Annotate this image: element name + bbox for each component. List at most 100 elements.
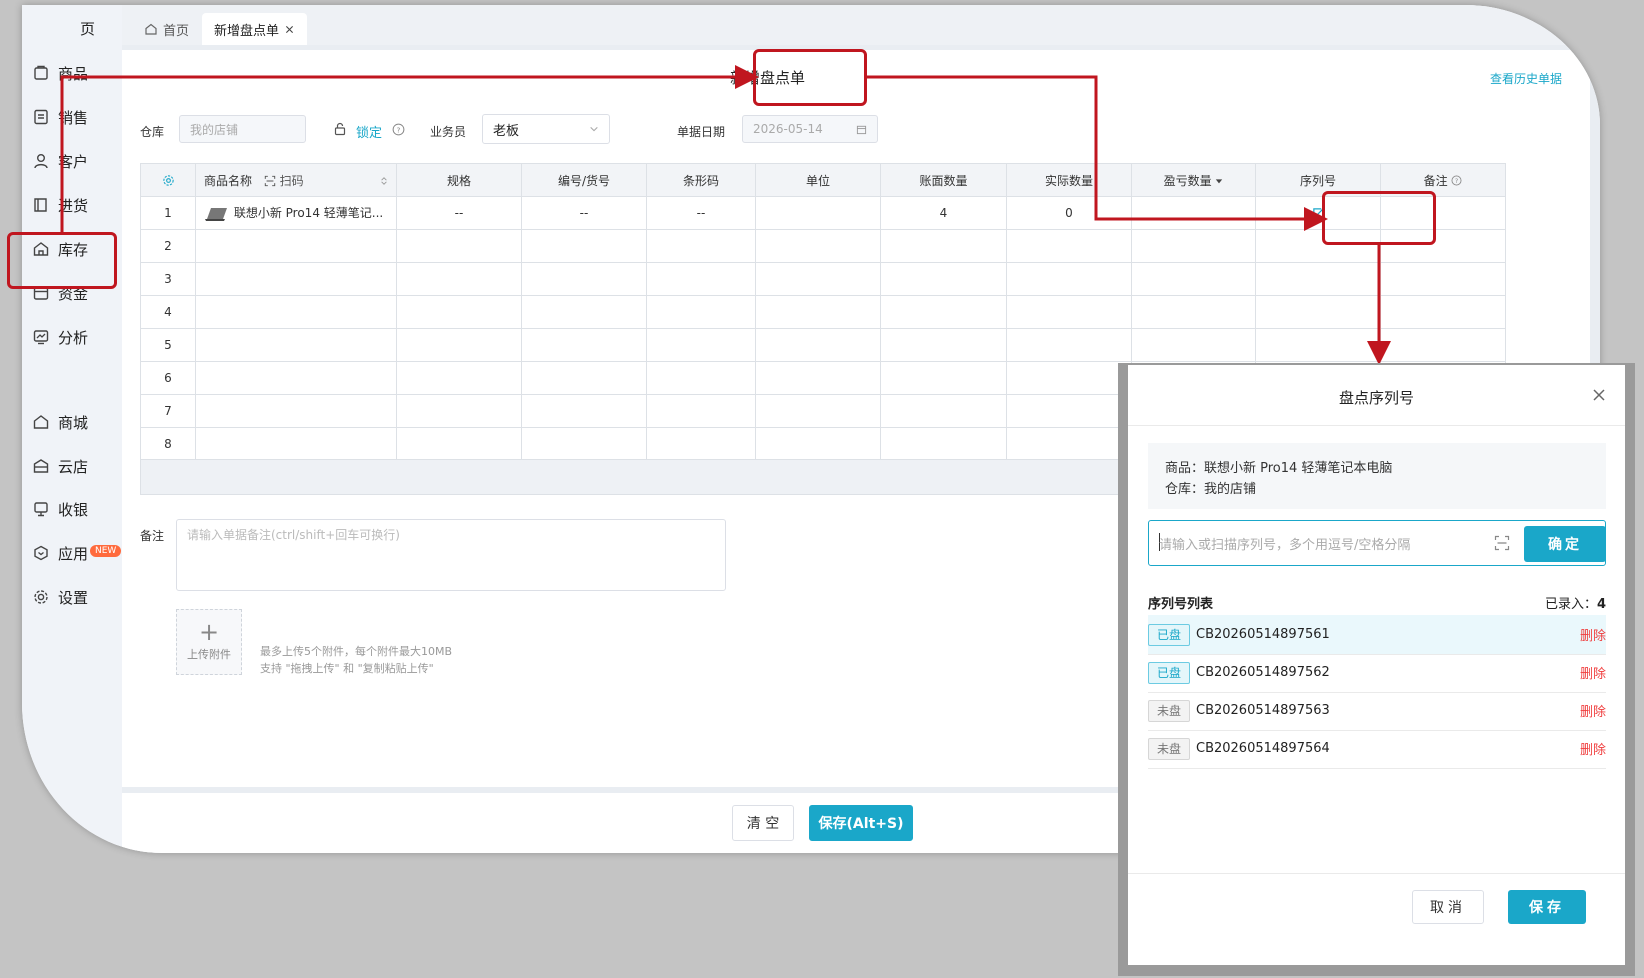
tab-bar: 首页 新增盘点单 bbox=[122, 5, 1600, 45]
spec-cell[interactable]: -- bbox=[396, 196, 522, 230]
view-history-link[interactable]: 查看历史单据 bbox=[1490, 70, 1562, 87]
scan-icon[interactable] bbox=[1494, 535, 1510, 551]
help-icon[interactable]: ? bbox=[1451, 175, 1462, 186]
row-number: 7 bbox=[140, 394, 196, 428]
row-number: 5 bbox=[140, 328, 196, 362]
sidebar-item-settings[interactable]: 设置 bbox=[32, 584, 88, 610]
serial-input[interactable]: 请输入或扫描序列号，多个用逗号/空格分隔 确定 bbox=[1148, 520, 1606, 566]
annotation-box-inventory bbox=[7, 232, 117, 289]
date-field[interactable]: 2026-05-14 bbox=[742, 115, 878, 143]
sidebar-item-cloud-store[interactable]: 云店 bbox=[32, 453, 88, 479]
unit-cell[interactable] bbox=[755, 196, 881, 230]
list-item[interactable]: 未盘 CB20260514897563 删除 bbox=[1148, 691, 1606, 731]
sort-icon[interactable] bbox=[380, 176, 388, 186]
sidebar-item-sales[interactable]: 销售 bbox=[32, 104, 88, 130]
product-icon bbox=[34, 65, 48, 80]
list-item[interactable]: 未盘 CB20260514897564 删除 bbox=[1148, 729, 1606, 769]
sidebar-item-home-partial[interactable]: 页 bbox=[32, 15, 95, 41]
upload-attachment-button[interactable]: + 上传附件 bbox=[176, 609, 242, 675]
table-row[interactable]: 2 bbox=[140, 229, 1506, 263]
date-label: 单据日期 bbox=[677, 125, 726, 139]
status-badge: 未盘 bbox=[1148, 699, 1190, 722]
tab-new-stocktake[interactable]: 新增盘点单 bbox=[202, 13, 308, 45]
gear-icon bbox=[34, 590, 48, 604]
scan-button[interactable]: 扫码 bbox=[264, 174, 304, 188]
sidebar-item-label: 收银 bbox=[58, 500, 89, 519]
confirm-button[interactable]: 确定 bbox=[1524, 526, 1606, 562]
row-number: 3 bbox=[140, 262, 196, 296]
header-spec: 规格 bbox=[396, 163, 522, 197]
sidebar-item-purchase[interactable]: 进货 bbox=[32, 192, 88, 218]
dialog-save-button[interactable]: 保存 bbox=[1508, 890, 1586, 924]
close-icon[interactable] bbox=[1591, 387, 1607, 403]
serial-dialog: 盘点序列号 商品：联想小新 Pro14 轻薄笔记本电脑 仓库：我的店铺 请输入或… bbox=[1128, 365, 1625, 965]
upload-label: 上传附件 bbox=[187, 648, 231, 661]
serial-list-title: 序列号列表 bbox=[1148, 597, 1214, 612]
dialog-divider bbox=[1128, 425, 1625, 426]
svg-text:?: ? bbox=[397, 125, 401, 134]
cancel-button[interactable]: 取消 bbox=[1412, 890, 1484, 924]
serial-code: CB20260514897564 bbox=[1196, 741, 1330, 756]
delete-button[interactable]: 删除 bbox=[1580, 663, 1606, 682]
barcode-cell[interactable]: -- bbox=[646, 196, 756, 230]
column-settings[interactable] bbox=[140, 163, 196, 197]
help-icon[interactable]: ? bbox=[392, 123, 405, 136]
status-badge: 已盘 bbox=[1148, 623, 1190, 646]
delete-button[interactable]: 删除 bbox=[1580, 625, 1606, 644]
serial-code: CB20260514897563 bbox=[1196, 703, 1330, 718]
dialog-title: 盘点序列号 bbox=[1338, 389, 1414, 407]
upload-hint-size: 最多上传5个附件，每个附件最大10MB bbox=[260, 645, 453, 658]
table-row[interactable]: 4 bbox=[140, 295, 1506, 329]
clear-button[interactable]: 清 空 bbox=[732, 805, 794, 841]
save-button[interactable]: 保存(Alt+S) bbox=[809, 805, 913, 841]
product-name-cell[interactable]: 联想小新 Pro14 轻薄笔记... bbox=[195, 196, 397, 230]
delete-button[interactable]: 删除 bbox=[1580, 739, 1606, 758]
product-info-line: 商品：联想小新 Pro14 轻薄笔记本电脑 bbox=[1165, 461, 1393, 476]
sidebar-item-product[interactable]: 商品 bbox=[32, 60, 88, 86]
count-value: 4 bbox=[1596, 597, 1606, 612]
delete-button[interactable]: 删除 bbox=[1580, 701, 1606, 720]
unlock-icon[interactable] bbox=[333, 122, 347, 136]
close-icon[interactable] bbox=[284, 24, 295, 35]
cashier-icon bbox=[34, 502, 48, 517]
tab-home[interactable]: 首页 bbox=[132, 13, 201, 45]
table-row[interactable]: 3 bbox=[140, 262, 1506, 296]
warehouse-field[interactable]: 我的店铺 bbox=[179, 115, 306, 143]
lock-button[interactable]: 锁定 bbox=[356, 122, 382, 141]
sidebar-item-label: 分析 bbox=[58, 328, 89, 347]
annotation-box-serial bbox=[1322, 191, 1436, 245]
header-barcode: 条形码 bbox=[646, 163, 756, 197]
sidebar-item-cashier[interactable]: 收银 bbox=[32, 496, 88, 522]
table-row[interactable]: 5 bbox=[140, 328, 1506, 362]
warehouse-value: 我的店铺 bbox=[190, 122, 239, 137]
sidebar-item-analysis[interactable]: 分析 bbox=[32, 324, 88, 350]
salesman-select[interactable]: 老板 bbox=[482, 114, 610, 144]
list-item[interactable]: 已盘 CB20260514897562 删除 bbox=[1148, 653, 1606, 693]
row-number: 8 bbox=[140, 427, 196, 461]
apps-icon bbox=[34, 545, 48, 561]
product-info-box: 商品：联想小新 Pro14 轻薄笔记本电脑 仓库：我的店铺 bbox=[1148, 443, 1606, 509]
upload-hint-method: 支持 "拖拽上传" 和 "复制粘贴上传" bbox=[260, 662, 434, 675]
code-cell[interactable]: -- bbox=[521, 196, 647, 230]
list-item[interactable]: 已盘 CB20260514897561 删除 bbox=[1148, 615, 1606, 655]
date-value: 2026-05-14 bbox=[753, 122, 823, 136]
sidebar-item-apps[interactable]: 应用 bbox=[32, 540, 88, 566]
book-qty-cell: 4 bbox=[880, 196, 1007, 230]
actual-qty-cell[interactable]: 0 bbox=[1006, 196, 1132, 230]
analysis-icon bbox=[33, 330, 49, 345]
sidebar-item-mall[interactable]: 商城 bbox=[32, 409, 88, 435]
header-label: 商品名称 bbox=[204, 173, 253, 188]
header-product-name: 商品名称 扫码 bbox=[195, 163, 397, 197]
header-label: 备注 bbox=[1423, 173, 1448, 188]
sidebar-item-customer[interactable]: 客户 bbox=[32, 148, 88, 174]
header-diff-qty[interactable]: 盈亏数量 bbox=[1131, 163, 1256, 197]
table-row[interactable]: 1 联想小新 Pro14 轻薄笔记... -- -- -- 4 0 bbox=[140, 196, 1506, 230]
scan-label: 扫码 bbox=[279, 173, 304, 188]
gear-icon[interactable] bbox=[162, 174, 175, 187]
header-unit: 单位 bbox=[755, 163, 881, 197]
salesman-value: 老板 bbox=[493, 123, 520, 139]
tab-label: 新增盘点单 bbox=[214, 23, 280, 39]
remark-textarea[interactable]: 请输入单据备注(ctrl/shift+回车可换行) bbox=[176, 519, 726, 591]
product-name: 联想小新 Pro14 轻薄笔记... bbox=[233, 206, 384, 221]
sidebar-item-label: 页 bbox=[80, 19, 96, 38]
